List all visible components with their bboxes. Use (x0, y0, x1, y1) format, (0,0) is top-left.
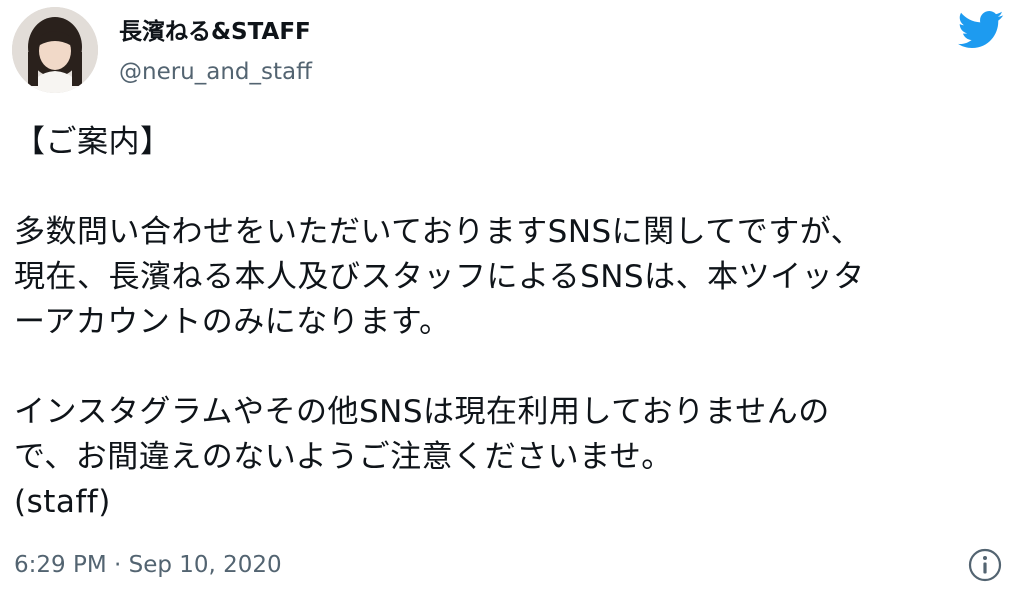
tweet-timestamp[interactable]: 6:29 PM · Sep 10, 2020 (14, 550, 282, 580)
twitter-bird-icon[interactable] (958, 10, 1004, 50)
display-name[interactable]: 長濱ねる&STAFF (119, 17, 311, 47)
tweet-line: ーアカウントのみになります。 (14, 304, 451, 340)
avatar[interactable] (12, 7, 98, 93)
tweet-card: 長濱ねる&STAFF @neru_and_staff 【ご案内】 多数問い合わせ… (0, 0, 1024, 596)
tweet-line: 多数問い合わせをいただいておりますSNSに関してですが、 (14, 214, 863, 250)
tweet-line (14, 345, 1014, 390)
tweet-line (14, 165, 1014, 210)
tweet-line: 【ご案内】 (14, 124, 172, 160)
user-handle[interactable]: @neru_and_staff (119, 57, 312, 87)
tweet-line: で、お間違えのないようご注意くださいませ。 (14, 439, 673, 475)
tweet-text: 【ご案内】 多数問い合わせをいただいておりますSNSに関してですが、 現在、長濱… (14, 120, 1014, 525)
info-icon[interactable] (967, 547, 1003, 583)
tweet-line: (staff) (14, 484, 111, 520)
tweet-line: 現在、長濱ねる本人及びスタッフによるSNSは、本ツイッタ (14, 259, 865, 295)
profile-photo-image (12, 7, 98, 93)
tweet-line: インスタグラムやその他SNSは現在利用しておりませんの (14, 394, 830, 430)
